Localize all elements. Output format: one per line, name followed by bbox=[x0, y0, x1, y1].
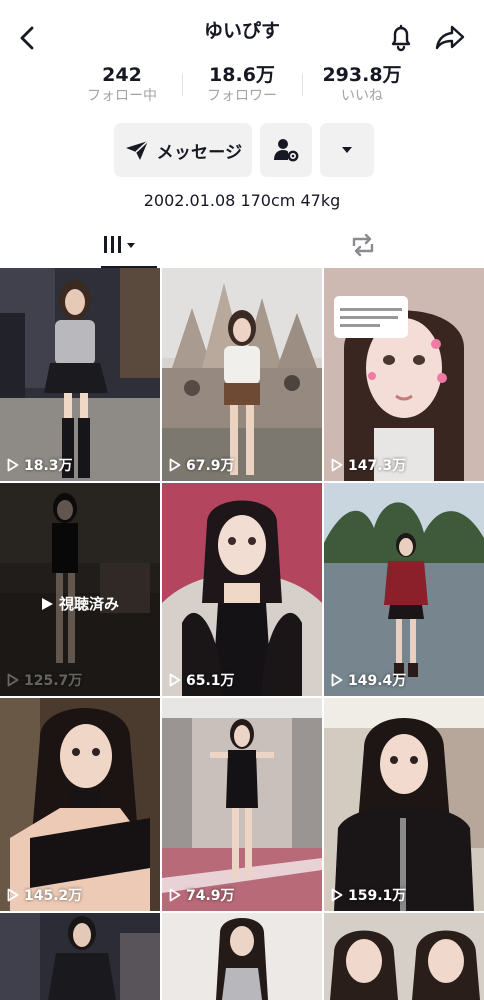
play-icon bbox=[7, 673, 19, 687]
thumbnail-image bbox=[324, 698, 484, 911]
view-count-value: 147.3万 bbox=[348, 458, 407, 474]
video-thumbnail[interactable]: 149.4万 bbox=[324, 483, 484, 696]
view-count-value: 149.4万 bbox=[348, 673, 407, 689]
watched-label: 視聴済み bbox=[58, 595, 119, 613]
thumbnail-image bbox=[162, 698, 322, 911]
view-count-value: 159.1万 bbox=[348, 888, 407, 904]
view-count: 65.1万 bbox=[169, 670, 235, 690]
play-icon bbox=[169, 458, 181, 472]
thumbnail-image bbox=[0, 913, 160, 1000]
view-count: 125.7万 bbox=[7, 670, 82, 690]
share-button[interactable] bbox=[432, 20, 468, 54]
thumbnail-image bbox=[162, 268, 322, 481]
more-options-button[interactable] bbox=[320, 123, 374, 177]
repost-icon bbox=[352, 233, 374, 257]
video-thumbnail[interactable]: 159.1万 bbox=[324, 698, 484, 911]
play-icon bbox=[7, 458, 19, 472]
view-count: 67.9万 bbox=[169, 455, 235, 475]
thumbnail-image bbox=[162, 913, 322, 1000]
following-label: フォロー中 bbox=[87, 88, 157, 104]
view-count-value: 18.3万 bbox=[24, 458, 73, 474]
thumbnail-image bbox=[0, 268, 160, 481]
video-thumbnail[interactable] bbox=[324, 913, 484, 1000]
caret-down-icon bbox=[342, 147, 352, 153]
followers-stat[interactable]: 18.6万 フォロワー bbox=[182, 64, 302, 110]
thumbnail-image bbox=[324, 483, 484, 696]
video-thumbnail[interactable]: 145.2万 bbox=[0, 698, 160, 911]
play-icon bbox=[331, 888, 343, 902]
view-count: 18.3万 bbox=[7, 455, 73, 475]
following-stat[interactable]: 242 フォロー中 bbox=[62, 64, 182, 110]
content-tabs bbox=[0, 222, 484, 268]
followers-count: 18.6万 bbox=[209, 64, 275, 86]
view-count-value: 74.9万 bbox=[186, 888, 235, 904]
play-icon bbox=[331, 673, 343, 687]
view-count-value: 67.9万 bbox=[186, 458, 235, 474]
view-count: 74.9万 bbox=[169, 885, 235, 905]
play-icon bbox=[169, 673, 181, 687]
play-icon bbox=[331, 458, 343, 472]
profile-actions: メッセージ bbox=[114, 123, 374, 177]
view-count: 145.2万 bbox=[7, 885, 82, 905]
thumbnail-image bbox=[324, 913, 484, 1000]
share-arrow-icon bbox=[435, 25, 465, 50]
video-thumbnail[interactable]: 74.9万 bbox=[162, 698, 322, 911]
likes-stat: 293.8万 いいね bbox=[302, 64, 422, 110]
following-count: 242 bbox=[102, 64, 142, 86]
bell-icon bbox=[391, 24, 411, 52]
likes-count: 293.8万 bbox=[322, 64, 402, 86]
profile-screen: ゆいぴす 242 フォロー中 18.6万 フォロワー 293.8万 いいね メッ… bbox=[0, 0, 484, 1000]
view-count: 147.3万 bbox=[331, 455, 406, 475]
view-count: 149.4万 bbox=[331, 670, 406, 690]
play-icon bbox=[41, 597, 53, 610]
message-button[interactable]: メッセージ bbox=[114, 123, 252, 177]
play-icon bbox=[7, 888, 19, 902]
thumbnail-image bbox=[0, 698, 160, 911]
video-thumbnail[interactable]: 67.9万 bbox=[162, 268, 322, 481]
followers-label: フォロワー bbox=[207, 88, 277, 104]
likes-label: いいね bbox=[341, 88, 383, 104]
view-count-value: 125.7万 bbox=[24, 673, 83, 689]
watched-overlay bbox=[0, 483, 160, 696]
view-count-value: 145.2万 bbox=[24, 888, 83, 904]
thumbnail-image bbox=[324, 268, 484, 481]
view-count-value: 65.1万 bbox=[186, 673, 235, 689]
profile-bio: 2002.01.08 170cm 47kg bbox=[143, 191, 341, 210]
video-thumbnail[interactable]: 視聴済み 125.7万 bbox=[0, 483, 160, 696]
video-thumbnail[interactable] bbox=[0, 913, 160, 1000]
video-thumbnail[interactable]: 18.3万 bbox=[0, 268, 160, 481]
message-button-label: メッセージ bbox=[156, 142, 243, 163]
video-grid: 18.3万 67.9万 147.3万 視聴済み 125.7万 65.1万 149… bbox=[0, 268, 484, 1000]
tab-videos[interactable] bbox=[0, 222, 242, 268]
top-bar: ゆいぴす bbox=[0, 0, 484, 64]
video-thumbnail[interactable] bbox=[162, 913, 322, 1000]
video-thumbnail[interactable]: 147.3万 bbox=[324, 268, 484, 481]
tab-reposts[interactable] bbox=[242, 222, 484, 268]
notification-button[interactable] bbox=[384, 20, 418, 54]
grid-icon bbox=[104, 236, 135, 253]
watched-indicator: 視聴済み bbox=[0, 593, 160, 614]
play-icon bbox=[169, 888, 181, 902]
video-thumbnail[interactable]: 65.1万 bbox=[162, 483, 322, 696]
view-count: 159.1万 bbox=[331, 885, 406, 905]
follow-settings-button[interactable] bbox=[260, 123, 312, 177]
profile-stats: 242 フォロー中 18.6万 フォロワー 293.8万 いいね bbox=[62, 64, 422, 110]
thumbnail-image bbox=[162, 483, 322, 696]
paper-plane-icon bbox=[125, 140, 149, 160]
user-gear-icon bbox=[274, 139, 299, 162]
